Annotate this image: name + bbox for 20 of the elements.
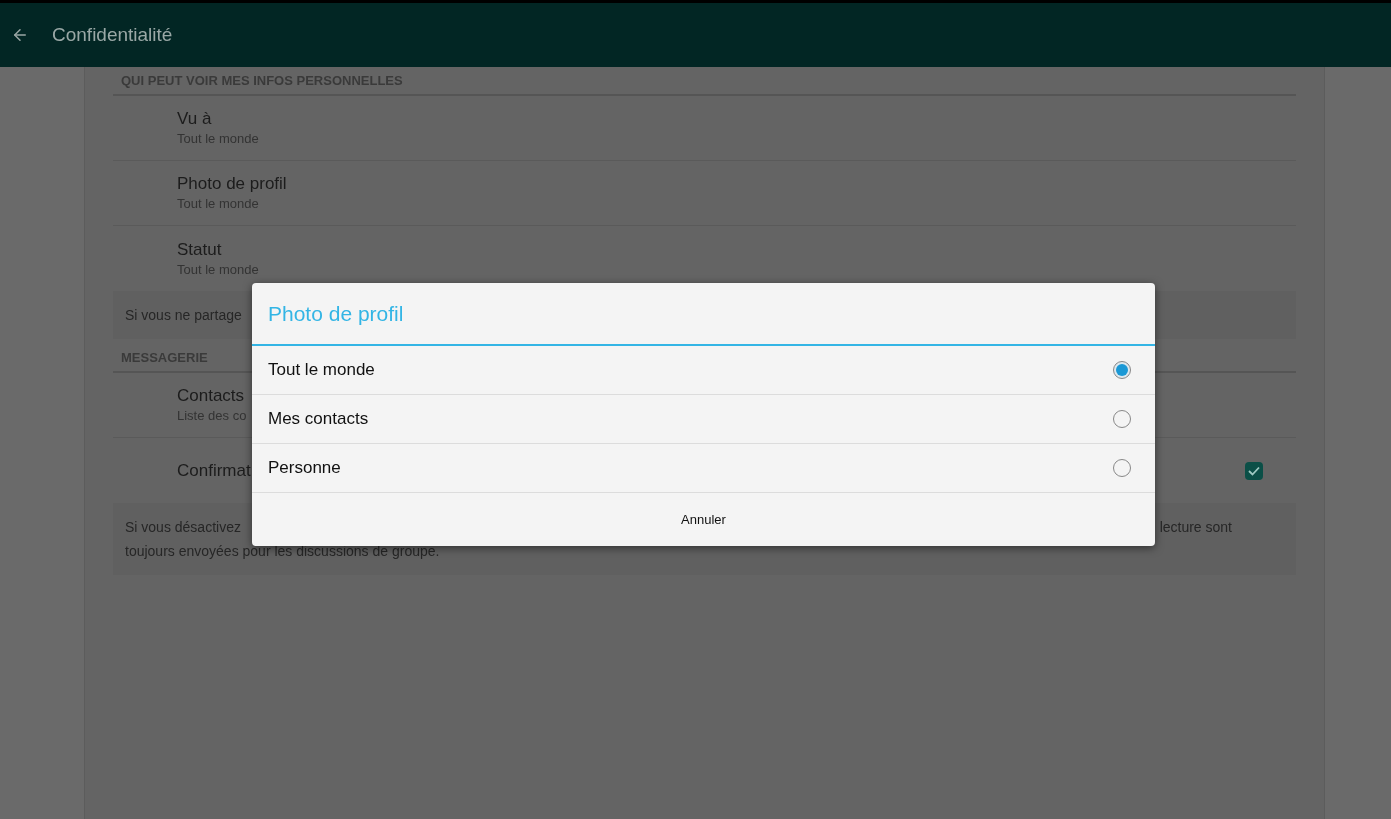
check-icon	[1248, 465, 1260, 476]
option-label: Personne	[268, 457, 341, 480]
option-label: Tout le monde	[268, 359, 375, 382]
radio-option[interactable]: Mes contacts	[252, 395, 1155, 444]
option-label: Mes contacts	[268, 408, 369, 431]
setting-title[interactable]: Contacts	[177, 385, 245, 407]
setting-title[interactable]: Photo de profil	[177, 173, 287, 195]
setting-title[interactable]: Vu à	[177, 108, 212, 130]
setting-title[interactable]: Confirmat	[177, 457, 251, 484]
dialog-title: Photo de profil	[268, 300, 404, 327]
back-icon[interactable]	[11, 26, 29, 44]
setting-title[interactable]: Statut	[177, 238, 222, 261]
radio-option[interactable]: Personne	[252, 444, 1155, 493]
radio-option[interactable]: Tout le monde	[252, 346, 1155, 395]
note-text: Si vous ne partage	[125, 306, 242, 325]
checkbox[interactable]	[1245, 461, 1263, 480]
radio-button[interactable]	[1113, 361, 1131, 379]
note-text: Si vous désactivez	[125, 518, 241, 537]
page-title: Confidentialité	[52, 22, 173, 47]
note-text: lecture sont	[1159, 518, 1232, 537]
